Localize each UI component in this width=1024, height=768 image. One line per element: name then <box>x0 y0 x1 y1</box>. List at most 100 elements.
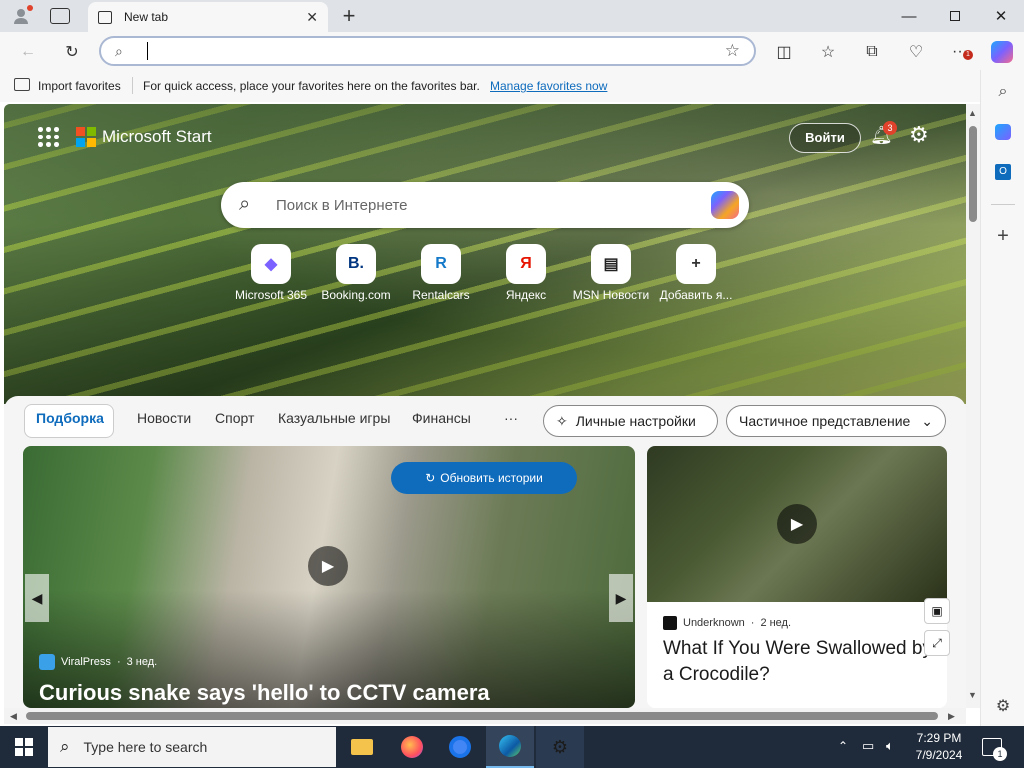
add-sidebar-app-icon[interactable]: + <box>989 222 1017 250</box>
import-favorites-button[interactable]: Import favorites <box>38 79 121 93</box>
carousel-prev-button[interactable]: ◀ <box>25 574 49 622</box>
address-input[interactable] <box>147 42 707 60</box>
tab-actions-icon[interactable] <box>50 8 70 24</box>
scroll-left-arrow-icon[interactable]: ◀ <box>10 711 17 722</box>
windows-start-icon[interactable] <box>0 726 48 768</box>
outlook-icon[interactable]: O <box>989 158 1017 186</box>
web-search-input[interactable]: Поиск в Интернете <box>276 197 408 214</box>
sidebar-search-icon[interactable]: ⌕ <box>989 78 1017 106</box>
quick-link[interactable]: B. Booking.com <box>311 244 401 302</box>
scroll-down-arrow-icon[interactable]: ▼ <box>968 690 977 700</box>
import-favorites-icon <box>14 78 30 91</box>
edge-icon[interactable] <box>486 726 534 768</box>
apps-launcher-icon[interactable] <box>38 127 59 147</box>
web-search-box[interactable]: ⌕ Поиск в Интернете <box>221 182 749 228</box>
vertical-scrollbar[interactable]: ▲ ▼ <box>966 104 980 708</box>
quick-link[interactable]: R Rentalcars <box>396 244 486 302</box>
scroll-thumb[interactable] <box>969 126 977 222</box>
main-story-card[interactable]: ↻ Обновить истории ▶ ◀ ▶ ViralPress · 3 … <box>23 446 635 708</box>
firefox-icon[interactable] <box>388 726 436 768</box>
feedback-image-icon[interactable]: ▣ <box>924 598 950 624</box>
view-mode-dropdown[interactable]: Частичное представление ⌄ <box>726 405 946 437</box>
copilot-search-icon[interactable] <box>711 191 739 219</box>
page-settings-gear-icon[interactable]: ⚙ <box>909 123 933 147</box>
scroll-up-arrow-icon[interactable]: ▲ <box>968 108 977 118</box>
copilot-icon[interactable] <box>988 40 1016 64</box>
nav-tab-podborka[interactable]: Подборка <box>36 410 104 426</box>
more-menu-icon[interactable]: ··· 1 <box>946 40 974 64</box>
search-icon: ⌕ <box>239 193 251 215</box>
story-separator: · <box>116 656 121 668</box>
file-explorer-icon[interactable] <box>338 726 386 768</box>
nav-more-button[interactable]: ··· <box>504 410 518 426</box>
volume-muted-icon[interactable]: 🔈︎ <box>886 738 894 754</box>
show-hidden-icons-chevron-icon[interactable]: ⌃ <box>838 739 848 753</box>
favorites-hint: For quick access, place your favorites h… <box>143 79 480 93</box>
microsoft-logo <box>76 127 96 147</box>
quick-link[interactable]: ▤ MSN Новости <box>566 244 656 302</box>
collections-icon[interactable]: ⧉ <box>858 40 886 64</box>
side-story-card[interactable]: ▶ Underknown · 2 нед. What If You Were S… <box>647 446 947 708</box>
address-bar[interactable]: ⌕ ☆ <box>99 36 756 66</box>
taskbar-search-placeholder[interactable]: Type here to search <box>84 739 208 755</box>
brand-title[interactable]: Microsoft Start <box>102 127 212 147</box>
scroll-right-arrow-icon[interactable]: ▶ <box>948 711 955 722</box>
split-screen-icon[interactable]: ◫ <box>770 40 798 64</box>
underknown-logo-icon <box>663 616 677 630</box>
login-button[interactable]: Войти <box>789 123 861 153</box>
view-mode-label: Частичное представление <box>739 413 911 429</box>
chevron-down-icon: ⌄ <box>921 412 933 429</box>
close-tab-icon[interactable]: ✕ <box>306 9 318 26</box>
quick-link[interactable]: + Добавить я... <box>651 244 741 302</box>
close-window-button[interactable]: ✕ <box>978 0 1024 32</box>
hscroll-thumb[interactable] <box>26 712 938 720</box>
copilot-sidebar-icon[interactable] <box>989 118 1017 146</box>
network-icon[interactable]: ▭ <box>862 738 874 754</box>
clock[interactable]: 7:29 PM 7/9/2024 <box>908 730 970 764</box>
menu-badge: 1 <box>963 50 973 60</box>
horizontal-scrollbar[interactable]: ◀ ▶ <box>4 708 966 724</box>
story-source-name: ViralPress <box>61 656 111 668</box>
play-icon[interactable]: ▶ <box>777 504 817 544</box>
taskbar-search-box[interactable]: ⌕ Type here to search <box>48 727 336 767</box>
settings-app-icon[interactable]: ⚙ <box>536 726 584 768</box>
minimize-button[interactable]: — <box>886 0 932 32</box>
story-age: 3 нед. <box>126 656 158 668</box>
side-story-title[interactable]: What If You Were Swallowed by a Crocodil… <box>663 636 935 688</box>
action-center-icon[interactable]: 1 <box>982 738 1007 761</box>
story-title[interactable]: Curious snake says 'hello' to CCTV camer… <box>39 680 490 706</box>
carousel-next-button[interactable]: ▶ <box>609 574 633 622</box>
tab-title: New tab <box>124 10 169 24</box>
new-tab-button[interactable]: + <box>338 3 360 29</box>
story-source: ViralPress · 3 нед. <box>39 654 157 670</box>
nav-tab-sport[interactable]: Спорт <box>215 410 254 426</box>
back-button[interactable]: ← <box>14 40 42 64</box>
nav-tab-finance[interactable]: Финансы <box>412 410 471 426</box>
personal-settings-button[interactable]: ✧ Личные настройки <box>543 405 718 437</box>
quick-link[interactable]: ◆ Microsoft 365 <box>226 244 316 302</box>
favorites-bar: Import favorites For quick access, place… <box>0 70 1024 102</box>
sidebar-divider <box>991 204 1015 205</box>
profile-icon[interactable] <box>10 5 33 26</box>
chrome-icon[interactable] <box>436 726 484 768</box>
browser-essentials-icon[interactable]: ♡ <box>902 40 930 64</box>
refresh-icon: ↻ <box>425 471 436 485</box>
add-favorite-star-icon[interactable]: ☆ <box>725 41 740 61</box>
manage-favorites-link[interactable]: Manage favorites now <box>490 79 607 93</box>
notifications-bell-icon[interactable]: 🔔︎ 3 <box>870 121 897 149</box>
refresh-stories-button[interactable]: ↻ Обновить истории <box>391 462 577 494</box>
nav-tab-casual-games[interactable]: Казуальные игры <box>278 410 390 426</box>
notification-badge: 3 <box>883 121 897 135</box>
quick-link[interactable]: Я Яндекс <box>481 244 571 302</box>
viralpress-logo-icon <box>39 654 55 670</box>
restore-button[interactable] <box>932 0 978 32</box>
nav-tab-news[interactable]: Новости <box>137 410 191 426</box>
play-icon[interactable]: ▶ <box>308 546 348 586</box>
expand-icon[interactable]: ⤢ <box>924 630 950 656</box>
new-tab-page-icon <box>98 10 112 24</box>
refresh-button[interactable]: ↻ <box>58 40 86 64</box>
personal-settings-label: Личные настройки <box>575 413 696 429</box>
tab-new-tab[interactable]: New tab ✕ <box>88 2 328 32</box>
favorites-icon[interactable]: ☆ <box>814 40 842 64</box>
sidebar-settings-icon[interactable]: ⚙ <box>989 692 1017 720</box>
